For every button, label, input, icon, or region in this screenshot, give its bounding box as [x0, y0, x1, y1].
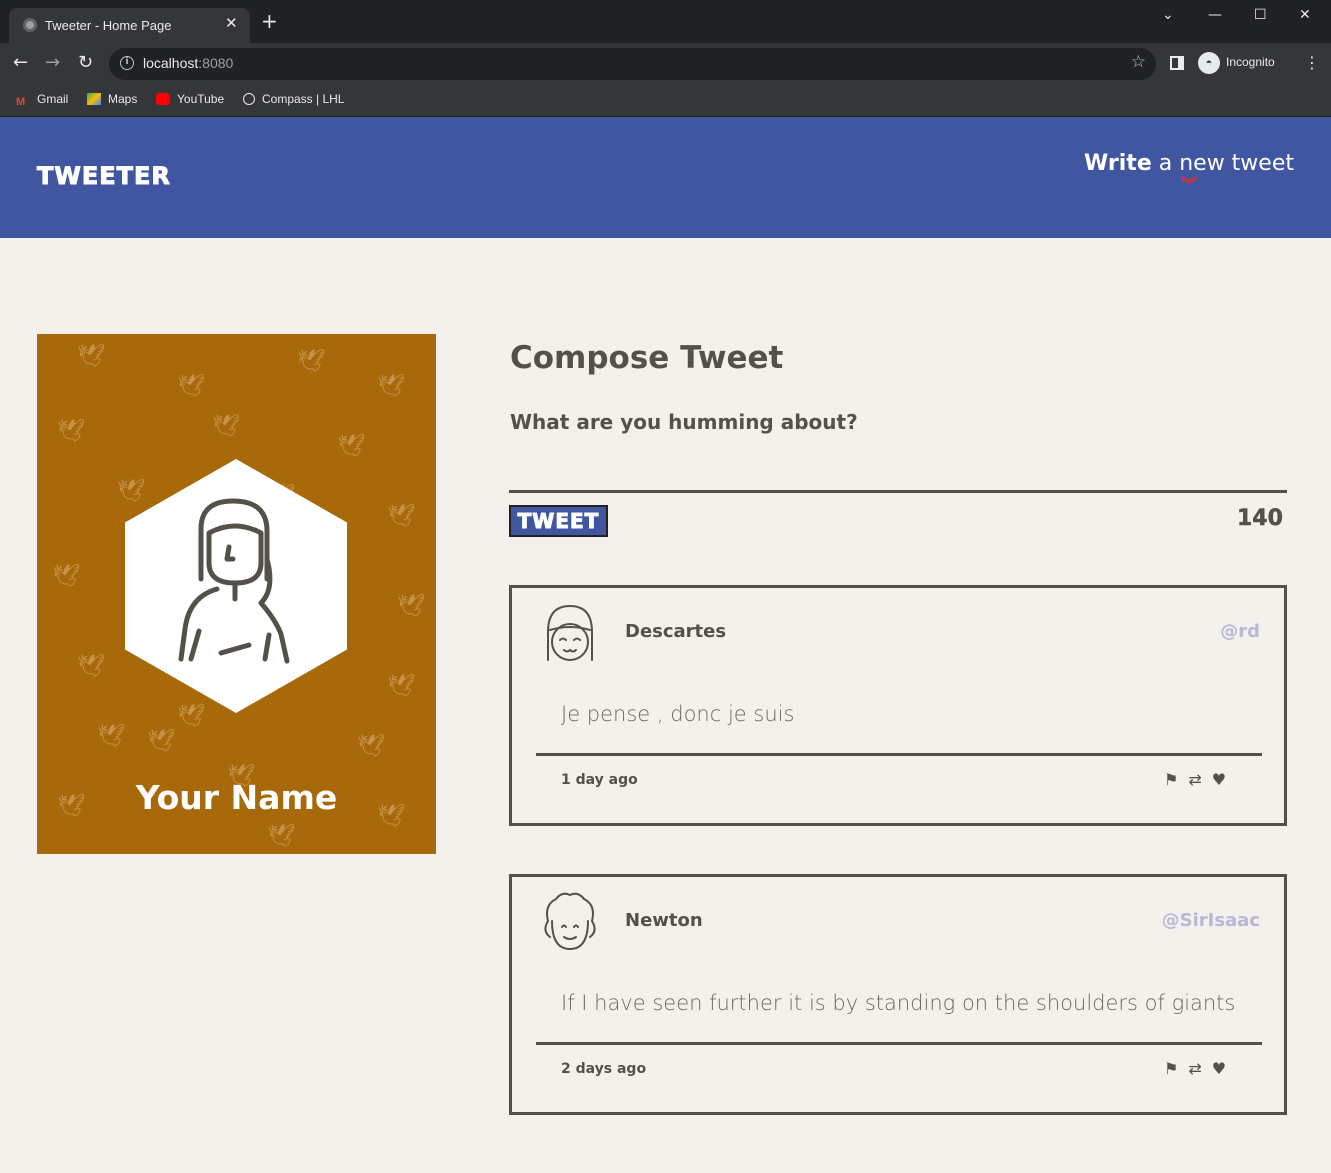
side-panel-icon[interactable]: [1170, 56, 1184, 70]
app-navbar: TWEETER Write a new tweet ︾: [0, 117, 1331, 238]
tweet-author-handle[interactable]: @rd: [1220, 621, 1260, 642]
browser-toolbar: ← → ↻ i localhost:8080 ☆ ◓ Incognito ⋮: [0, 43, 1331, 84]
tweet-author-name: Descartes: [625, 621, 727, 642]
compose-underline: [509, 490, 1287, 493]
back-arrow-icon[interactable]: ←: [13, 52, 28, 73]
incognito-profile-button[interactable]: ◓ Incognito: [1198, 52, 1275, 74]
reload-icon[interactable]: ↻: [78, 52, 93, 73]
incognito-label: Incognito: [1226, 55, 1275, 70]
retweet-icon[interactable]: ⇄: [1188, 1059, 1201, 1078]
maximize-button[interactable]: ☐: [1254, 7, 1267, 23]
address-bar[interactable]: i localhost:8080 ☆: [109, 48, 1156, 80]
bookmark-label: Compass | LHL: [262, 92, 345, 106]
write-strong: Write: [1084, 151, 1152, 176]
bookmark-gmail[interactable]: M Gmail: [16, 92, 68, 108]
tab-title: Tweeter - Home Page: [45, 18, 172, 33]
write-rest: a new tweet: [1151, 151, 1294, 176]
descartes-avatar-icon: [547, 604, 593, 661]
bird-pattern-icon: 🕊: [117, 479, 145, 504]
bird-pattern-icon: 🕊: [57, 419, 85, 444]
bird-pattern-icon: 🕊: [97, 724, 125, 749]
compose-textarea[interactable]: What are you humming about?: [510, 410, 858, 434]
flag-icon[interactable]: ⚑: [1164, 770, 1178, 789]
bird-pattern-icon: 🕊: [397, 594, 425, 619]
tweet-content: Je pense , donc je suis: [561, 702, 795, 726]
active-tab[interactable]: Tweeter - Home Page ✕: [9, 8, 250, 43]
bookmark-star-icon[interactable]: ☆: [1131, 52, 1146, 72]
bird-pattern-icon: 🕊: [212, 414, 240, 439]
incognito-icon: ◓: [1198, 52, 1220, 74]
retweet-icon[interactable]: ⇄: [1188, 770, 1201, 789]
bookmark-label: Maps: [108, 92, 138, 106]
maps-icon: [87, 93, 101, 105]
minimize-button[interactable]: —: [1208, 7, 1222, 23]
tab-search-icon[interactable]: ⌄: [1162, 7, 1174, 23]
bird-pattern-icon: 🕊: [357, 734, 385, 759]
bird-pattern-icon: 🕊: [387, 504, 415, 529]
url-text[interactable]: localhost:8080: [143, 55, 233, 71]
heart-icon[interactable]: ♥: [1212, 1059, 1226, 1078]
bird-pattern-icon: 🕊: [77, 654, 105, 679]
tweet-author-name: Newton: [625, 910, 703, 931]
globe-icon: [23, 18, 37, 32]
write-new-tweet-button[interactable]: Write a new tweet ︾: [1084, 151, 1294, 194]
bookmark-label: Gmail: [37, 92, 69, 106]
bird-pattern-icon: 🕊: [147, 729, 175, 754]
tweet-card: Newton @SirIsaac If I have seen further …: [509, 874, 1287, 1115]
tweet-actions: ⚑ ⇄ ♥: [1164, 770, 1236, 789]
bookmark-compass[interactable]: Compass | LHL: [243, 92, 344, 106]
bird-pattern-icon: 🕊: [337, 434, 365, 459]
info-icon[interactable]: i: [120, 56, 134, 70]
youtube-icon: [156, 93, 170, 105]
tweet-actions: ⚑ ⇄ ♥: [1164, 1059, 1236, 1078]
brand-logo[interactable]: TWEETER: [37, 162, 171, 191]
new-tab-button[interactable]: +: [261, 11, 278, 31]
tweet-card: Descartes @rd Je pense , donc je suis 1 …: [509, 585, 1287, 826]
character-counter: 140: [1237, 506, 1283, 532]
compose-title: Compose Tweet: [510, 340, 784, 376]
tweet-content: If I have seen further it is by standing…: [561, 991, 1236, 1015]
compass-icon: [243, 93, 255, 105]
tweet-timestamp: 1 day ago: [561, 772, 638, 788]
bookmark-youtube[interactable]: YouTube: [156, 92, 224, 106]
bookmark-maps[interactable]: Maps: [87, 92, 137, 106]
bird-pattern-icon: 🕊: [267, 824, 295, 849]
bird-pattern-icon: 🕊: [177, 704, 205, 729]
tweet-divider: [536, 753, 1262, 756]
bookmarks-bar: M Gmail Maps YouTube Compass | LHL: [0, 84, 1331, 117]
tweet-divider: [536, 1042, 1262, 1045]
bird-pattern-icon: 🕊: [177, 374, 205, 399]
tweet-author-handle[interactable]: @SirIsaac: [1162, 910, 1260, 931]
bird-pattern-icon: 🕊: [77, 344, 105, 369]
profile-name: Your Name: [135, 778, 338, 817]
bird-pattern-icon: 🕊: [387, 674, 415, 699]
tweet-timestamp: 2 days ago: [561, 1061, 647, 1077]
bird-pattern-icon: 🕊: [297, 349, 325, 374]
url-host: localhost: [143, 55, 199, 71]
close-window-button[interactable]: ✕: [1299, 7, 1311, 23]
double-chevron-down-icon: ︾: [1181, 175, 1198, 194]
newton-avatar-icon: [544, 892, 596, 951]
tab-bar: Tweeter - Home Page ✕ + ⌄ — ☐ ✕: [0, 0, 1331, 43]
heart-icon[interactable]: ♥: [1212, 770, 1226, 789]
gmail-icon: M: [16, 96, 26, 108]
url-port: :8080: [198, 55, 234, 71]
bird-pattern-icon: 🕊: [52, 564, 80, 589]
close-tab-icon[interactable]: ✕: [225, 14, 238, 32]
menu-icon[interactable]: ⋮: [1304, 53, 1320, 72]
tweet-submit-button[interactable]: TWEET: [509, 505, 608, 537]
forward-arrow-icon[interactable]: →: [45, 52, 60, 73]
bird-pattern-icon: 🕊: [377, 374, 405, 399]
flag-icon[interactable]: ⚑: [1164, 1059, 1178, 1078]
bookmark-label: YouTube: [177, 92, 225, 106]
